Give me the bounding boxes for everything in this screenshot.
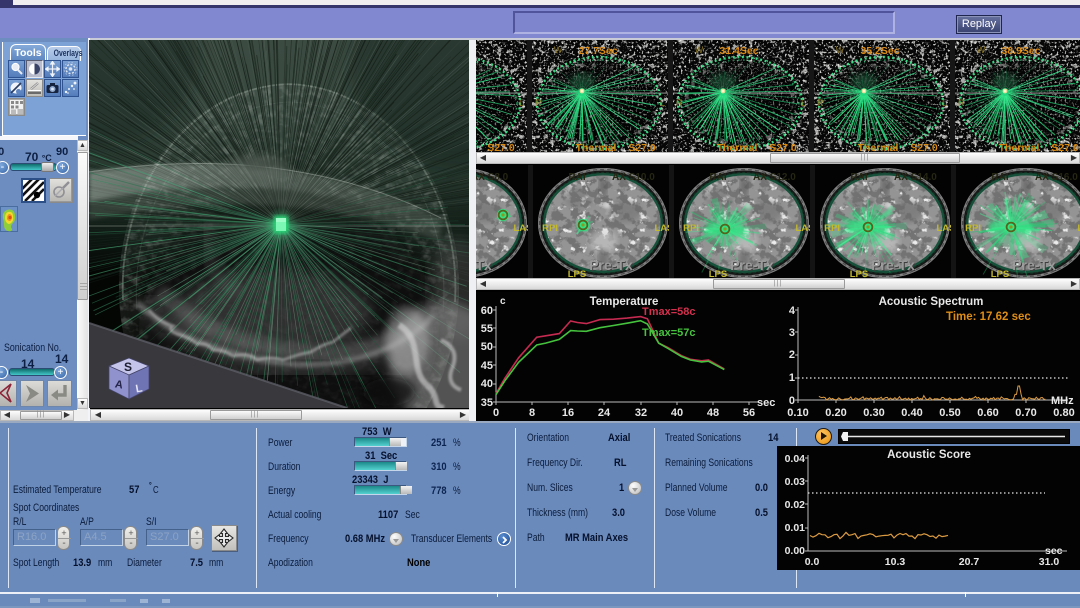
svg-text:AX S10.0: AX S10.0 <box>612 172 655 183</box>
svg-text:Pre-Tx: Pre-Tx <box>730 257 774 273</box>
svg-text:L: L <box>660 98 665 108</box>
svg-text:LPS: LPS <box>568 269 586 278</box>
svg-text:MHz: MHz <box>1051 395 1074 407</box>
svg-text:RAI: RAI <box>991 172 1008 183</box>
svg-text:48: 48 <box>707 407 719 419</box>
svg-text:3: 3 <box>789 327 795 339</box>
svg-text:Tmax=58c: Tmax=58c <box>642 306 696 318</box>
svg-text:Thermal: Thermal <box>858 142 899 152</box>
svg-text:LPS: LPS <box>850 269 868 278</box>
svg-text:AX S8.0: AX S8.0 <box>476 172 509 183</box>
svg-text:35: 35 <box>481 397 493 409</box>
svg-text:0.30: 0.30 <box>863 407 884 419</box>
svg-text:0.01: 0.01 <box>785 522 806 534</box>
svg-text:Tmax=57c: Tmax=57c <box>642 327 696 339</box>
svg-text:0.50: 0.50 <box>939 407 960 419</box>
svg-text:W: W <box>977 45 986 55</box>
svg-text:27.7Sec: 27.7Sec <box>578 45 617 57</box>
svg-text:L: L <box>942 98 947 108</box>
svg-text:LPS: LPS <box>709 269 727 278</box>
svg-text:W: W <box>836 45 845 55</box>
svg-text:Acoustic Spectrum: Acoustic Spectrum <box>879 296 984 308</box>
svg-text:2: 2 <box>789 349 795 361</box>
svg-text:R: R <box>535 98 542 108</box>
svg-text:40: 40 <box>671 407 683 419</box>
svg-text:56: 56 <box>743 407 755 419</box>
svg-text:0: 0 <box>789 395 795 407</box>
svg-text:Pre-Tx: Pre-Tx <box>1012 257 1056 273</box>
svg-text:16: 16 <box>562 407 574 419</box>
svg-text:40: 40 <box>481 378 493 390</box>
svg-text:24: 24 <box>598 407 611 419</box>
svg-text:R: R <box>817 98 824 108</box>
svg-text:S27.0: S27.0 <box>628 142 656 152</box>
svg-text:0.80: 0.80 <box>1053 407 1074 419</box>
svg-text:20.7: 20.7 <box>959 556 980 568</box>
svg-text:31.4Sec: 31.4Sec <box>719 45 758 57</box>
svg-text:AX S12.0: AX S12.0 <box>753 172 796 183</box>
svg-text:0.40: 0.40 <box>901 407 922 419</box>
svg-text:35.2Sec: 35.2Sec <box>860 45 899 57</box>
svg-text:RPI: RPI <box>824 223 840 234</box>
svg-text:RAI: RAI <box>850 172 867 183</box>
svg-text:32: 32 <box>635 407 647 419</box>
svg-text:RAI: RAI <box>568 172 585 183</box>
svg-text:10.3: 10.3 <box>885 556 906 568</box>
svg-text:S27.0: S27.0 <box>910 142 938 152</box>
svg-text:0.20: 0.20 <box>825 407 846 419</box>
svg-text:60: 60 <box>481 305 493 317</box>
svg-text:Thermal: Thermal <box>717 142 758 152</box>
svg-text:0.00: 0.00 <box>785 545 806 557</box>
svg-text:0.70: 0.70 <box>1015 407 1036 419</box>
svg-text:L: L <box>801 98 806 108</box>
svg-text:0.10: 0.10 <box>787 407 808 419</box>
svg-text:W: W <box>554 45 563 55</box>
svg-text:RPI: RPI <box>965 223 981 234</box>
svg-text:1: 1 <box>789 372 795 384</box>
svg-text:S27.0: S27.0 <box>1051 142 1079 152</box>
svg-text:S27.0: S27.0 <box>487 142 515 152</box>
svg-text:L: L <box>519 98 524 108</box>
svg-text:50: 50 <box>481 341 493 353</box>
svg-text:sec: sec <box>1045 545 1063 557</box>
svg-text:0: 0 <box>493 407 499 419</box>
svg-text:sec: sec <box>757 397 775 409</box>
svg-text:R: R <box>676 98 683 108</box>
svg-text:Time: 17.62 sec: Time: 17.62 sec <box>946 311 1031 323</box>
svg-text:0.60: 0.60 <box>977 407 998 419</box>
svg-text:W: W <box>695 45 704 55</box>
svg-text:Acoustic Score: Acoustic Score <box>887 449 971 461</box>
svg-text:55: 55 <box>481 323 493 335</box>
svg-text:0.04: 0.04 <box>785 453 806 465</box>
svg-text:RAI: RAI <box>709 172 726 183</box>
svg-text:RPI: RPI <box>683 223 699 234</box>
svg-text:Pre-Tx: Pre-Tx <box>871 257 915 273</box>
svg-text:c: c <box>500 296 506 307</box>
svg-text:AX S14.0: AX S14.0 <box>894 172 937 183</box>
svg-text:0.02: 0.02 <box>785 499 806 511</box>
svg-text:R: R <box>958 98 965 108</box>
svg-text:RPI: RPI <box>542 223 558 234</box>
svg-text:45: 45 <box>481 360 493 372</box>
svg-text:0.03: 0.03 <box>785 476 806 488</box>
svg-text:AX S16.0: AX S16.0 <box>1035 172 1078 183</box>
svg-text:31.0: 31.0 <box>1039 556 1060 568</box>
svg-text:Pre-Tx: Pre-Tx <box>589 257 633 273</box>
svg-text:8: 8 <box>529 407 535 419</box>
svg-text:S: S <box>124 360 132 374</box>
svg-text:Pre-Tx: Pre-Tx <box>476 257 492 273</box>
svg-text:Thermal: Thermal <box>576 142 617 152</box>
svg-text:4: 4 <box>789 305 796 317</box>
svg-text:S27.0: S27.0 <box>769 142 797 152</box>
svg-text:LPS: LPS <box>991 269 1009 278</box>
svg-text:Thermal: Thermal <box>999 142 1040 152</box>
svg-text:0.0: 0.0 <box>805 556 820 568</box>
svg-text:38.9Sec: 38.9Sec <box>1001 45 1040 57</box>
